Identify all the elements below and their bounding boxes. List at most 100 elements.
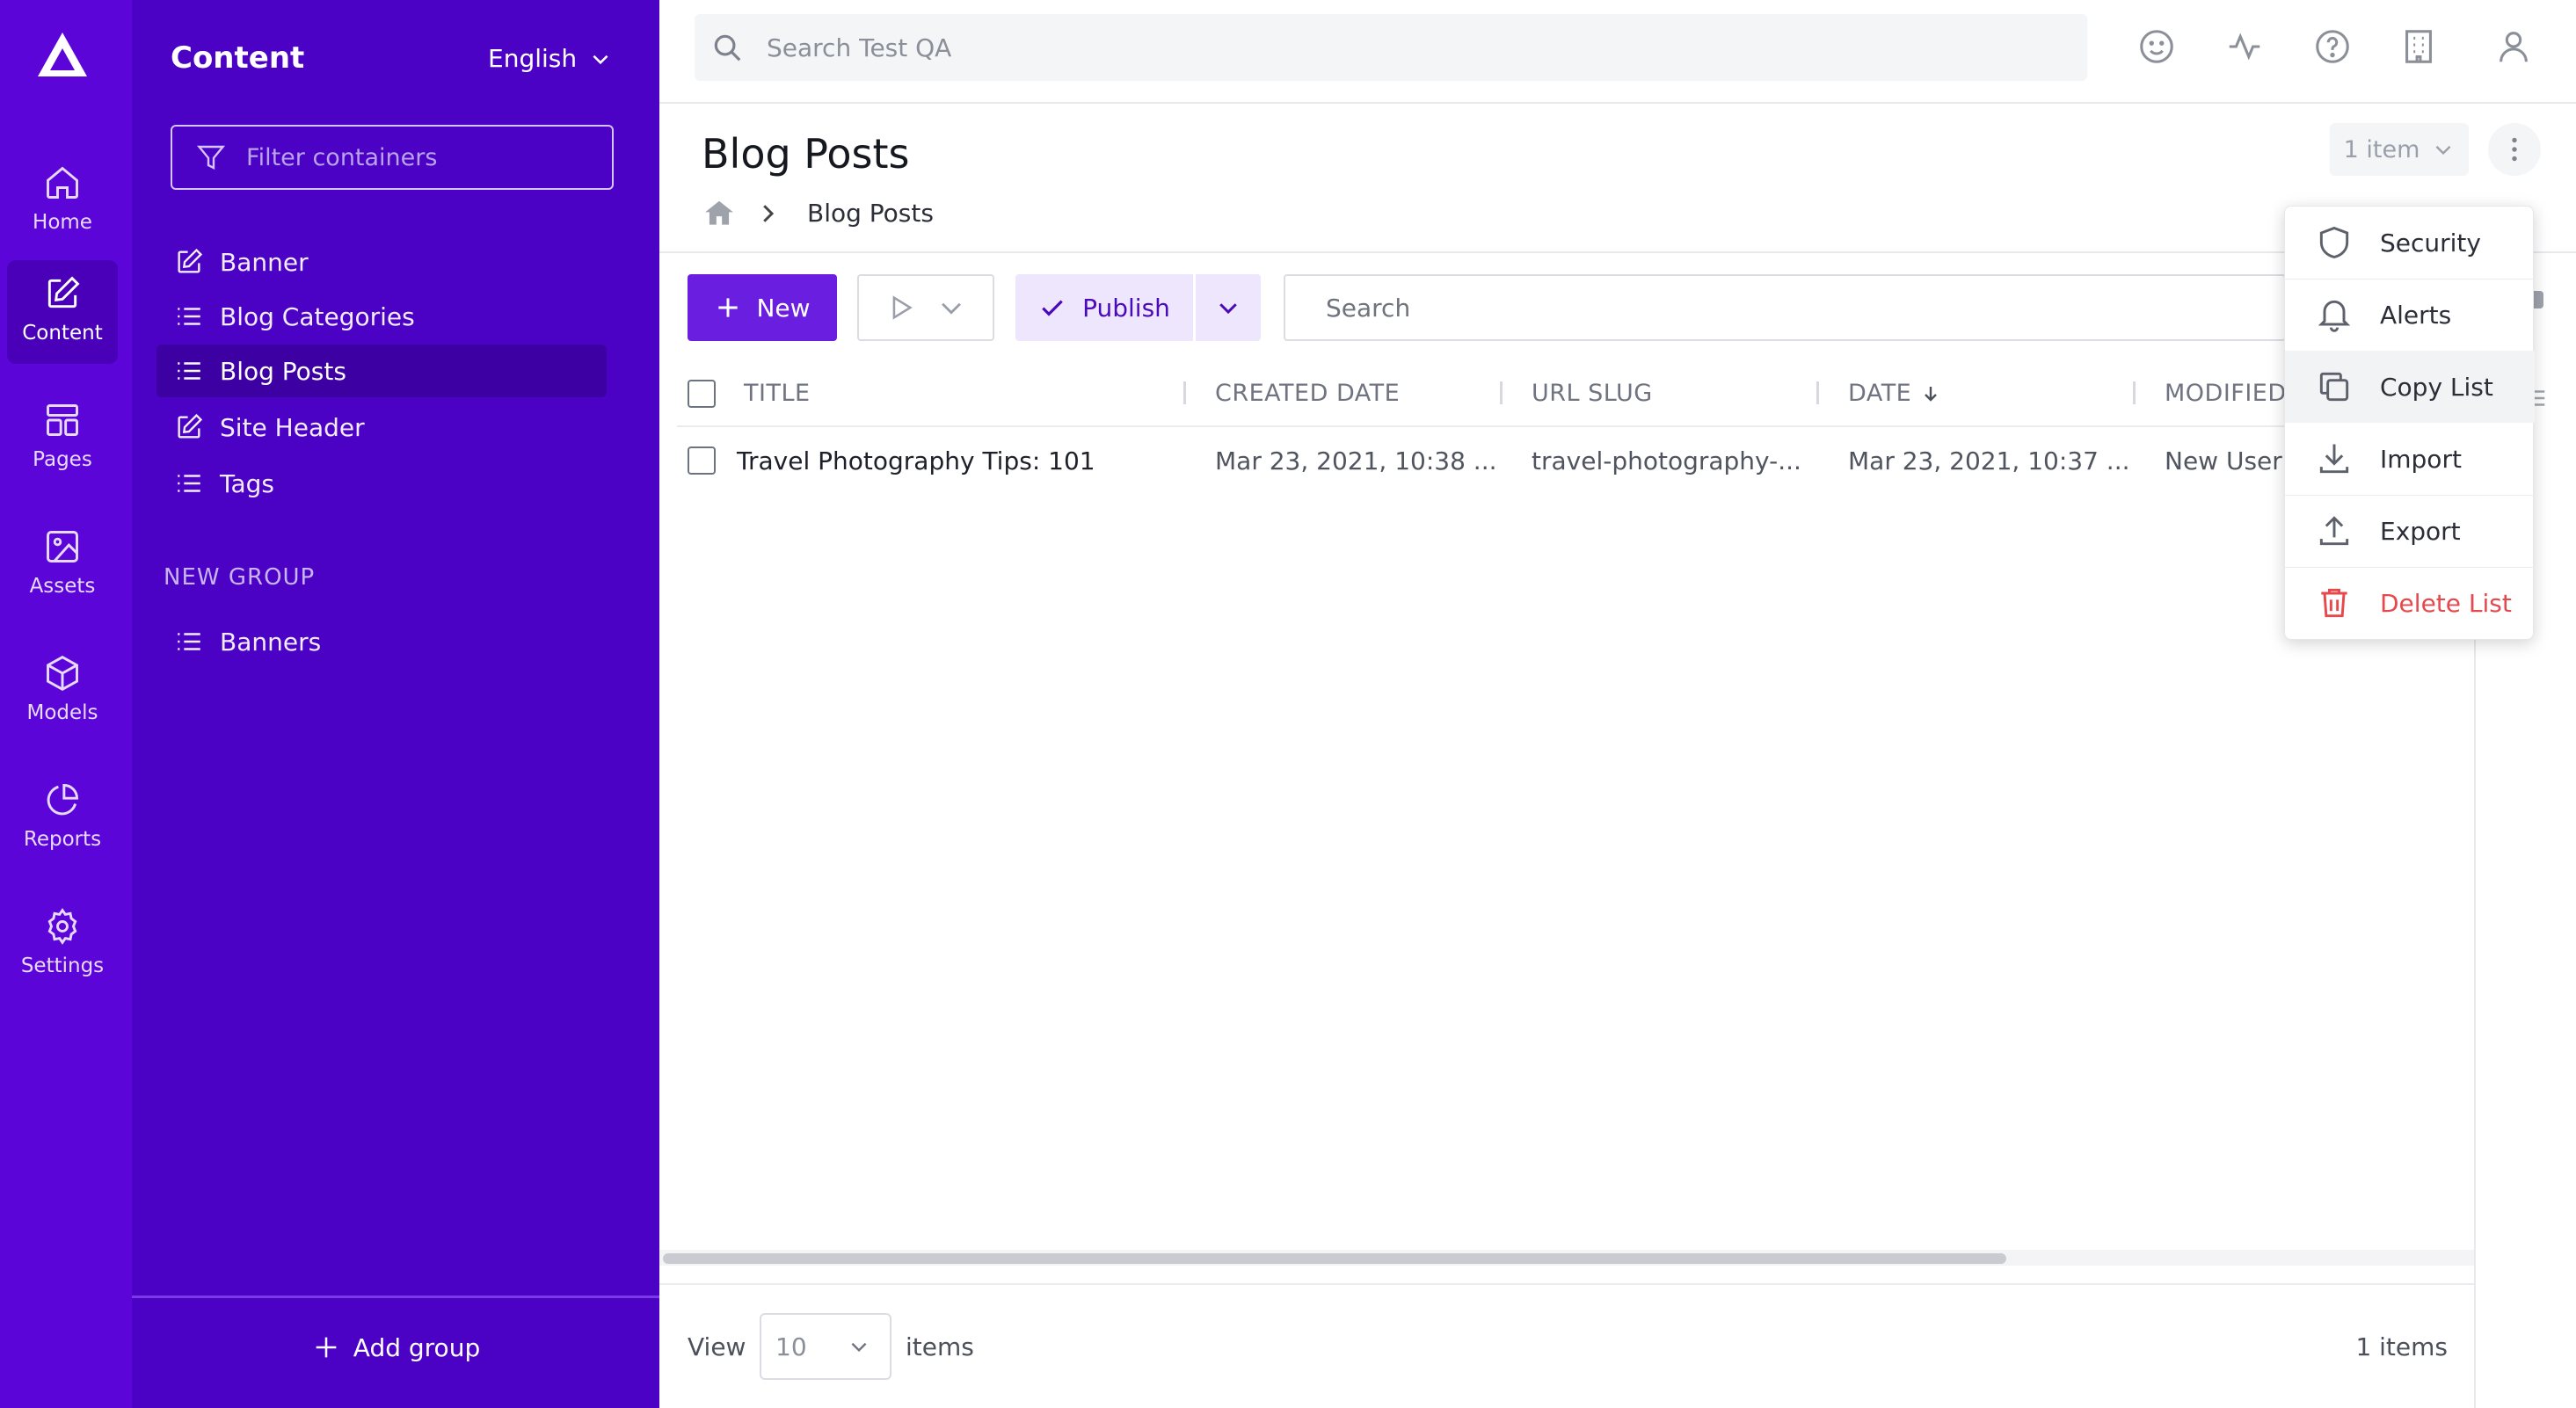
sidebar-item-site-header[interactable]: Site Header [156, 401, 607, 454]
home-icon [47, 166, 78, 199]
rail-item-settings[interactable]: Settings [7, 893, 118, 997]
plus-icon [718, 298, 739, 317]
chevron-right-icon [763, 205, 775, 222]
menu-item-export[interactable]: Export [2285, 495, 2535, 567]
publish-button[interactable]: Publish [1015, 274, 1193, 341]
column-resize-handle[interactable] [1183, 381, 1186, 404]
layout-icon [47, 404, 78, 436]
language-select[interactable]: English [488, 44, 612, 73]
new-button[interactable]: New [688, 274, 837, 341]
home-icon[interactable] [702, 197, 737, 230]
activity-icon[interactable] [2224, 26, 2265, 67]
search-icon [714, 34, 741, 62]
edit-icon [178, 248, 203, 273]
chevron-down-icon [2435, 145, 2451, 156]
content-sidebar: Content English Filter containers Banner… [132, 0, 659, 1408]
rail-item-pages[interactable]: Pages [7, 387, 118, 490]
rail-item-assets[interactable]: Assets [7, 513, 118, 617]
sidebar-item-blog-categories[interactable]: Blog Categories [156, 290, 607, 343]
cell-title[interactable]: Travel Photography Tips: 101 [737, 446, 1095, 475]
cell-url-slug: travel-photography-... [1532, 446, 1801, 475]
cube-icon [47, 655, 78, 692]
new-button-label: New [756, 293, 811, 323]
filter-containers-input[interactable]: Filter containers [171, 125, 614, 190]
sidebar-item-banner[interactable]: Banner [156, 236, 607, 288]
list-search-placeholder: Search [1326, 293, 1411, 323]
row-checkbox[interactable] [688, 446, 716, 475]
rail-label: Pages [33, 448, 92, 471]
cell-created-date: Mar 23, 2021, 10:38 ... [1215, 446, 1497, 475]
column-resize-handle[interactable] [2133, 381, 2136, 404]
bell-icon [2318, 300, 2351, 332]
logo-icon[interactable] [35, 30, 90, 79]
cell-date: Mar 23, 2021, 10:37 ... [1848, 446, 2130, 475]
sidebar-item-banners[interactable]: Banners [156, 615, 607, 668]
menu-item-import[interactable]: Import [2285, 423, 2535, 495]
rail-label: Home [33, 211, 92, 234]
menu-item-label: Export [2380, 516, 2461, 546]
rail-item-content[interactable]: Content [7, 260, 118, 364]
sidebar-item-label: Banners [220, 627, 322, 657]
sidebar-item-blog-posts[interactable]: Blog Posts [156, 345, 607, 397]
publish-options-button[interactable] [1196, 274, 1261, 341]
chevron-down-icon [1219, 303, 1237, 315]
page-size-value: 10 [775, 1332, 807, 1361]
copy-icon [2319, 372, 2349, 402]
view-label: View [688, 1332, 746, 1361]
column-header-url-slug[interactable]: URL SLUG [1532, 380, 1653, 407]
menu-item-delete-list[interactable]: Delete List [2285, 567, 2535, 639]
column-header-created-date[interactable]: CREATED DATE [1215, 380, 1400, 407]
topbar-divider [659, 102, 2576, 104]
column-header-label: DATE [1848, 380, 1912, 407]
add-group-button[interactable]: Add group [132, 1332, 659, 1362]
rail-item-reports[interactable]: Reports [7, 766, 118, 870]
rail-item-home[interactable]: Home [7, 149, 118, 253]
run-workflow-button[interactable] [857, 274, 994, 341]
page-size-select[interactable]: 10 [760, 1313, 891, 1380]
global-search-input[interactable]: Search Test QA [695, 14, 2087, 81]
building-icon[interactable] [2398, 26, 2439, 67]
group-label: NEW GROUP [164, 564, 316, 591]
chevron-down-icon [942, 302, 961, 315]
menu-item-security[interactable]: Security [2285, 207, 2535, 279]
more-options-button[interactable] [2488, 123, 2541, 176]
menu-item-copy-list[interactable]: Copy List [2285, 351, 2535, 423]
sidebar-item-tags[interactable]: Tags [156, 457, 607, 510]
item-count-select[interactable]: 1 item [2330, 123, 2469, 176]
menu-item-alerts[interactable]: Alerts [2285, 279, 2535, 351]
sidebar-item-label: Blog Categories [220, 301, 415, 331]
sidebar-item-label: Tags [220, 468, 274, 498]
list-icon [178, 308, 200, 325]
kebab-icon [2512, 137, 2517, 162]
sidebar-divider [132, 1296, 659, 1298]
column-resize-handle[interactable] [1500, 381, 1503, 404]
column-header-modified[interactable]: MODIFIED [2165, 380, 2287, 407]
column-header-label: TITLE [744, 380, 811, 407]
rail-label: Settings [20, 954, 105, 977]
filter-placeholder: Filter containers [246, 143, 438, 171]
list-icon [178, 475, 200, 492]
upload-icon [2319, 516, 2349, 546]
breadcrumb[interactable]: Blog Posts [807, 199, 934, 228]
column-resize-handle[interactable] [1816, 381, 1819, 404]
help-icon[interactable] [2312, 26, 2353, 67]
smiley-icon[interactable] [2136, 26, 2177, 67]
sort-desc-icon [1925, 386, 1938, 402]
rail-item-models[interactable]: Models [7, 640, 118, 744]
select-all-checkbox[interactable] [688, 380, 716, 408]
language-label: English [488, 44, 578, 73]
column-header-title[interactable]: TITLE [744, 380, 811, 407]
rail-label: Reports [23, 828, 102, 851]
image-icon [47, 531, 78, 562]
user-icon[interactable] [2493, 26, 2534, 67]
column-header-label: URL SLUG [1532, 380, 1653, 407]
horizontal-scrollbar-thumb[interactable] [663, 1253, 2006, 1264]
rail-label: Content [22, 322, 103, 345]
item-count-label: 1 item [2343, 135, 2420, 163]
sidebar-item-label: Banner [220, 247, 309, 277]
list-search-input[interactable]: Search [1284, 274, 2286, 341]
rail-label: Assets [29, 575, 96, 598]
list-icon [178, 633, 200, 650]
column-header-label: CREATED DATE [1215, 380, 1401, 407]
column-header-date[interactable]: DATE [1848, 380, 1941, 407]
